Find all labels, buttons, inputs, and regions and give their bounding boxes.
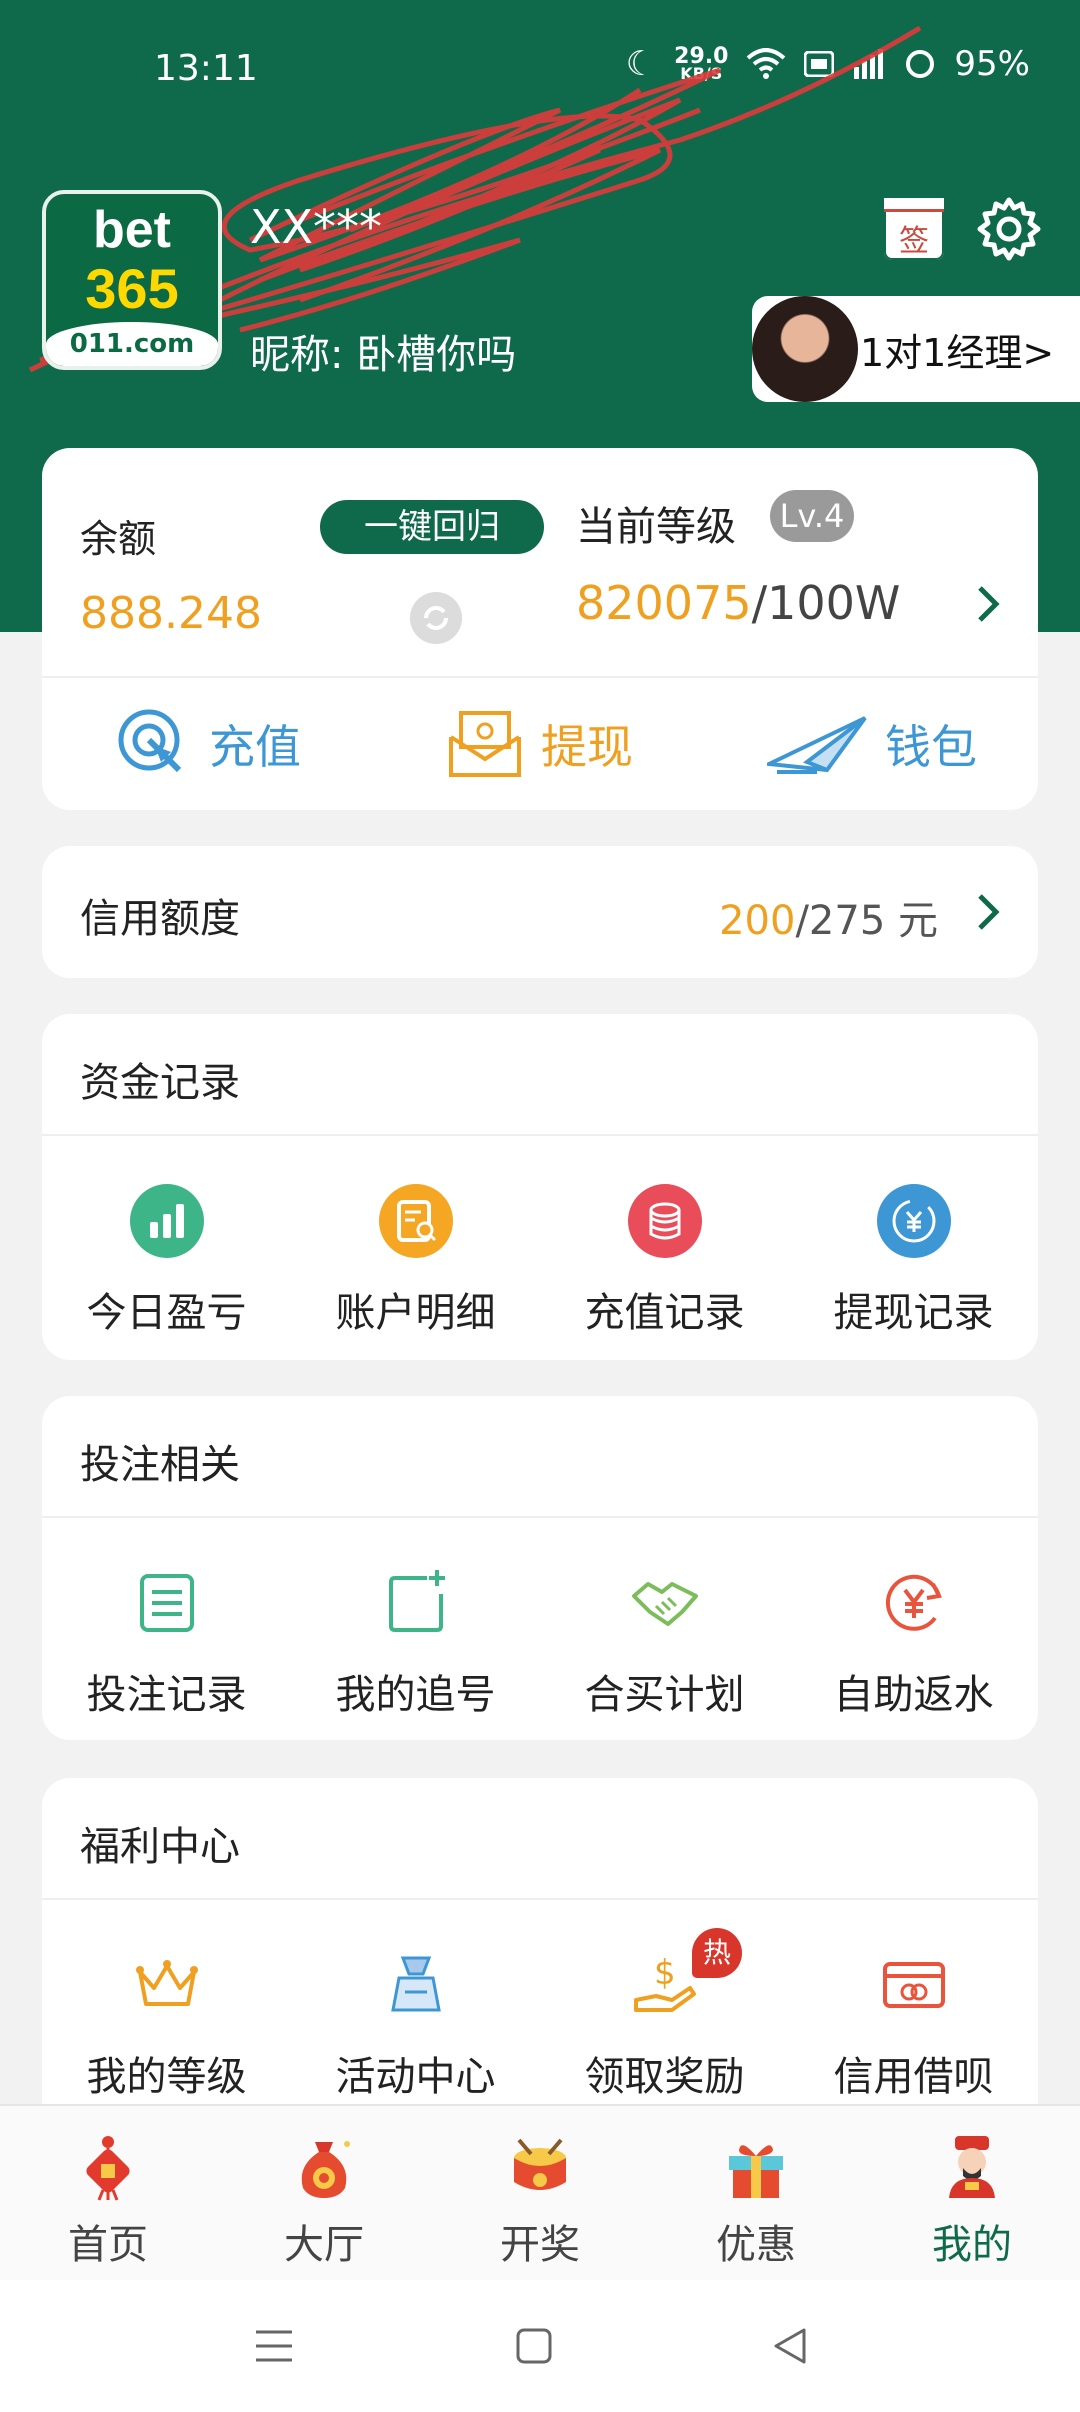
recharge-button[interactable]: 充值 <box>42 678 374 810</box>
gift-bag-icon <box>390 1956 441 2012</box>
coins-icon <box>627 1184 702 1258</box>
recall-button[interactable]: 一键回归 <box>320 500 544 554</box>
credit-chevron-icon <box>978 894 1000 930</box>
recharge-record-item[interactable]: 充值记录 <box>540 1136 789 1338</box>
level-badge: Lv.4 <box>770 490 854 542</box>
paper-plane-icon <box>767 716 867 774</box>
settings-gear-icon[interactable] <box>976 196 1042 262</box>
battery-percent: 95% <box>954 44 1030 84</box>
withdraw-button[interactable]: 提现 <box>374 678 706 810</box>
bets-section: 投注相关 投注记录 我的追号 合买计划 自助返水 <box>42 1396 1038 1740</box>
level-chevron-icon[interactable] <box>976 584 1002 624</box>
wallet-button[interactable]: 钱包 <box>706 678 1038 810</box>
account-detail-item[interactable]: 账户明细 <box>291 1136 540 1338</box>
target-icon <box>118 709 182 773</box>
bar-chart-icon <box>129 1184 204 1258</box>
tab-lottery[interactable]: 开奖 <box>432 2106 648 2280</box>
home-nav-icon[interactable] <box>514 2326 554 2366</box>
hot-badge: 热 <box>692 1928 742 1978</box>
crown-icon <box>135 1960 198 2006</box>
status-time: 13:11 <box>154 48 258 89</box>
manager-avatar <box>752 296 858 402</box>
wallet-actions: 充值 提现 钱包 <box>42 678 1038 810</box>
activity-center-item[interactable]: 活动中心 <box>291 1900 540 2102</box>
moon-icon: ☾ <box>625 44 657 84</box>
net-speed: 29.0 KB/S <box>674 43 729 83</box>
tab-home[interactable]: 首页 <box>0 2106 216 2280</box>
sign-in-label: 签 <box>899 224 929 259</box>
withdraw-record-item[interactable]: 提现记录 <box>789 1136 1038 1338</box>
drum-icon <box>514 2138 566 2190</box>
my-chase-item[interactable]: 我的追号 <box>291 1518 540 1720</box>
username: XX*** <box>250 200 383 254</box>
welfare-title: 福利中心 <box>80 1824 240 1870</box>
fortune-god-icon <box>949 2136 995 2198</box>
battery-ring-icon <box>906 50 935 78</box>
balance-value: 888.248 <box>80 588 262 639</box>
credit-title: 信用额度 <box>80 896 240 942</box>
withdraw-label: 提现 <box>541 720 633 774</box>
envelope-icon <box>449 711 521 777</box>
nickname: 昵称: 卧槽你吗 <box>250 332 517 378</box>
document-search-icon <box>378 1184 453 1258</box>
handshake-icon <box>631 1582 698 1626</box>
credit-card-icon <box>882 1962 945 2008</box>
status-bar: 13:11 ☾ 29.0 KB/S 95% <box>0 0 1080 140</box>
back-nav-icon[interactable] <box>770 2326 810 2366</box>
tab-lobby[interactable]: 大厅 <box>216 2106 432 2280</box>
hd-icon <box>804 51 835 77</box>
app-logo: bet 365 011.com <box>42 190 222 370</box>
balance-card: 余额 一键回归 888.248 当前等级 Lv.4 820075/100W 充值… <box>42 448 1038 810</box>
svg-text:$: $ <box>654 1953 676 1993</box>
my-level-item[interactable]: 我的等级 <box>42 1900 291 2102</box>
manager-button[interactable]: 1对1经理> <box>752 296 1080 402</box>
add-square-icon <box>388 1570 445 1632</box>
system-nav-bar <box>0 2280 1080 2412</box>
funds-section: 资金记录 今日盈亏 账户明细 充值记录 提现记录 <box>42 1014 1038 1360</box>
credit-loan-item[interactable]: 信用借呗 <box>789 1900 1038 2102</box>
funds-title: 资金记录 <box>80 1060 240 1106</box>
recharge-label: 充值 <box>209 720 301 774</box>
money-bag-icon <box>301 2141 350 2198</box>
bottom-tab-bar: 首页 大厅 开奖 优惠 我的 <box>0 2104 1080 2280</box>
funds-grid: 今日盈亏 账户明细 充值记录 提现记录 <box>42 1136 1038 1338</box>
wallet-label: 钱包 <box>885 720 977 774</box>
claim-reward-item[interactable]: $ 热 领取奖励 <box>540 1900 789 2102</box>
today-pnl-item[interactable]: 今日盈亏 <box>42 1136 291 1338</box>
menu-nav-icon[interactable] <box>254 2326 294 2366</box>
tab-promotions[interactable]: 优惠 <box>648 2106 864 2280</box>
status-icons: ☾ 29.0 KB/S 95% <box>626 44 1030 84</box>
gift-box-icon <box>729 2145 783 2198</box>
level-progress: 820075/100W <box>576 576 901 630</box>
dollar-hand-icon: $ <box>633 1953 696 2012</box>
balance-label: 余额 <box>80 517 157 561</box>
level-label: 当前等级 <box>576 504 736 550</box>
self-rebate-item[interactable]: 自助返水 <box>789 1518 1038 1720</box>
yen-refresh-icon <box>885 1574 942 1631</box>
chinese-knot-icon <box>86 2136 130 2201</box>
sign-in-button[interactable]: 签 <box>884 198 944 260</box>
wifi-icon <box>747 48 786 79</box>
signal-icon <box>854 49 884 79</box>
yen-exchange-icon <box>876 1184 951 1258</box>
welfare-grid: 我的等级 活动中心 $ 热 领取奖励 信用借呗 <box>42 1900 1038 2102</box>
list-icon <box>139 1574 194 1632</box>
tab-mine[interactable]: 我的 <box>864 2106 1080 2280</box>
credit-value: 200/275 元 <box>719 898 938 944</box>
manager-label: 1对1经理> <box>860 330 1055 375</box>
bets-title: 投注相关 <box>80 1442 240 1488</box>
bets-grid: 投注记录 我的追号 合买计划 自助返水 <box>42 1518 1038 1720</box>
refresh-icon[interactable] <box>410 592 462 644</box>
bet-record-item[interactable]: 投注记录 <box>42 1518 291 1720</box>
calendar-cap <box>884 198 944 212</box>
group-buy-item[interactable]: 合买计划 <box>540 1518 789 1720</box>
credit-limit-row[interactable]: 信用额度 200/275 元 <box>42 846 1038 978</box>
